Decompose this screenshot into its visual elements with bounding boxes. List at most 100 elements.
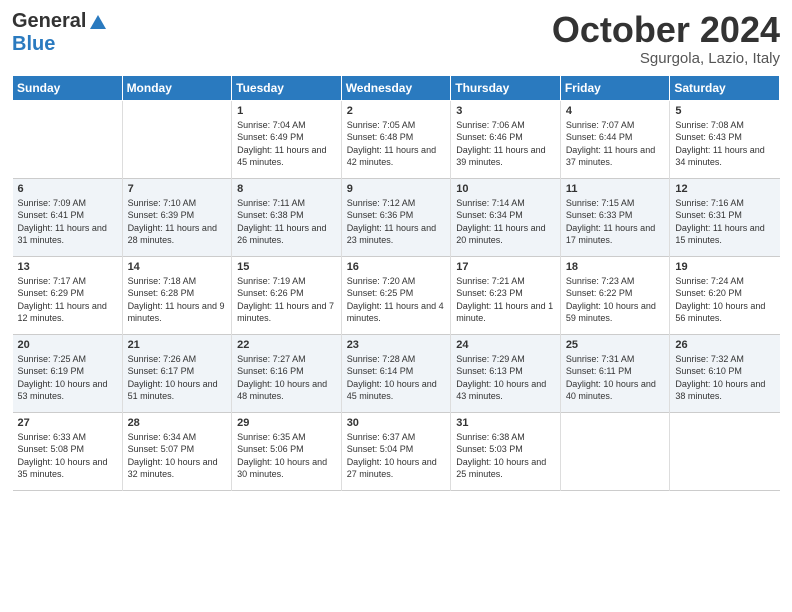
day-number: 20 [18, 339, 118, 351]
calendar-cell: 1 Sunrise: 7:04 AM Sunset: 6:49 PM Daylig… [232, 100, 342, 178]
header: General Blue October 2024 Sgurgola, Lazi… [12, 10, 780, 67]
day-info: Sunrise: 6:37 AM Sunset: 5:04 PM Dayligh… [347, 431, 447, 481]
day-number: 9 [347, 183, 447, 195]
col-wednesday: Wednesday [341, 75, 451, 100]
day-info: Sunrise: 7:05 AM Sunset: 6:48 PM Dayligh… [347, 119, 447, 169]
calendar-cell: 19Sunrise: 7:24 AM Sunset: 6:20 PM Dayli… [670, 256, 780, 334]
calendar-cell: 20 Sunrise: 7:25 AM Sunset: 6:19 PM Dayli… [13, 334, 123, 412]
calendar-cell: 22 Sunrise: 7:27 AM Sunset: 6:16 PM Dayli… [232, 334, 342, 412]
col-sunday: Sunday [13, 75, 123, 100]
day-number: 11 [566, 183, 666, 195]
day-number: 1 [237, 105, 337, 117]
calendar-week-row: 20 Sunrise: 7:25 AM Sunset: 6:19 PM Dayli… [13, 334, 780, 412]
calendar-cell: 16 Sunrise: 7:20 AM Sunset: 6:25 PM Dayli… [341, 256, 451, 334]
day-info: Sunrise: 6:33 AM Sunset: 5:08 PM Dayligh… [18, 431, 118, 481]
day-number: 22 [237, 339, 337, 351]
day-info: Sunrise: 7:15 AM Sunset: 6:33 PM Dayligh… [566, 197, 666, 247]
day-number: 13 [18, 261, 118, 273]
day-info: Sunrise: 7:06 AM Sunset: 6:46 PM Dayligh… [456, 119, 556, 169]
day-info: Sunrise: 7:25 AM Sunset: 6:19 PM Dayligh… [18, 353, 118, 403]
calendar-table: Sunday Monday Tuesday Wednesday Thursday… [12, 75, 780, 491]
calendar-cell: 11 Sunrise: 7:15 AM Sunset: 6:33 PM Dayli… [560, 178, 670, 256]
day-number: 28 [128, 417, 228, 429]
calendar-cell: 2 Sunrise: 7:05 AM Sunset: 6:48 PM Daylig… [341, 100, 451, 178]
logo: General Blue [12, 10, 108, 56]
calendar-cell: 6 Sunrise: 7:09 AM Sunset: 6:41 PM Daylig… [13, 178, 123, 256]
day-info: Sunrise: 7:28 AM Sunset: 6:14 PM Dayligh… [347, 353, 447, 403]
day-number: 24 [456, 339, 556, 351]
logo-triangle-icon [88, 13, 108, 31]
day-info: Sunrise: 7:10 AM Sunset: 6:39 PM Dayligh… [128, 197, 228, 247]
logo-blue: Blue [12, 33, 55, 55]
day-info: Sunrise: 7:04 AM Sunset: 6:49 PM Dayligh… [237, 119, 337, 169]
calendar-cell: 3Sunrise: 7:06 AM Sunset: 6:46 PM Daylig… [451, 100, 561, 178]
calendar-cell [122, 100, 232, 178]
day-info: Sunrise: 6:35 AM Sunset: 5:06 PM Dayligh… [237, 431, 337, 481]
calendar-week-row: 6 Sunrise: 7:09 AM Sunset: 6:41 PM Daylig… [13, 178, 780, 256]
calendar-cell: 5Sunrise: 7:08 AM Sunset: 6:43 PM Daylig… [670, 100, 780, 178]
month-title: October 2024 [552, 10, 780, 50]
calendar-cell: 12Sunrise: 7:16 AM Sunset: 6:31 PM Dayli… [670, 178, 780, 256]
day-info: Sunrise: 7:31 AM Sunset: 6:11 PM Dayligh… [566, 353, 666, 403]
calendar-cell [560, 412, 670, 490]
location: Sgurgola, Lazio, Italy [552, 50, 780, 67]
day-number: 30 [347, 417, 447, 429]
day-info: Sunrise: 7:17 AM Sunset: 6:29 PM Dayligh… [18, 275, 118, 325]
day-number: 7 [128, 183, 228, 195]
calendar-cell: 18Sunrise: 7:23 AM Sunset: 6:22 PM Dayli… [560, 256, 670, 334]
day-info: Sunrise: 7:11 AM Sunset: 6:38 PM Dayligh… [237, 197, 337, 247]
day-info: Sunrise: 7:16 AM Sunset: 6:31 PM Dayligh… [675, 197, 775, 247]
day-info: Sunrise: 6:38 AM Sunset: 5:03 PM Dayligh… [456, 431, 556, 481]
day-number: 23 [347, 339, 447, 351]
col-thursday: Thursday [451, 75, 561, 100]
day-info: Sunrise: 6:34 AM Sunset: 5:07 PM Dayligh… [128, 431, 228, 481]
header-row: Sunday Monday Tuesday Wednesday Thursday… [13, 75, 780, 100]
col-monday: Monday [122, 75, 232, 100]
calendar-cell: 29 Sunrise: 6:35 AM Sunset: 5:06 PM Dayli… [232, 412, 342, 490]
calendar-cell: 31 Sunrise: 6:38 AM Sunset: 5:03 PM Dayli… [451, 412, 561, 490]
day-number: 15 [237, 261, 337, 273]
day-number: 31 [456, 417, 556, 429]
day-info: Sunrise: 7:29 AM Sunset: 6:13 PM Dayligh… [456, 353, 556, 403]
col-tuesday: Tuesday [232, 75, 342, 100]
calendar-week-row: 1 Sunrise: 7:04 AM Sunset: 6:49 PM Daylig… [13, 100, 780, 178]
day-info: Sunrise: 7:32 AM Sunset: 6:10 PM Dayligh… [675, 353, 775, 403]
day-number: 18 [566, 261, 666, 273]
day-number: 17 [456, 261, 556, 273]
title-block: October 2024 Sgurgola, Lazio, Italy [552, 10, 780, 67]
day-number: 26 [675, 339, 775, 351]
calendar-cell: 24 Sunrise: 7:29 AM Sunset: 6:13 PM Dayli… [451, 334, 561, 412]
day-number: 4 [566, 105, 666, 117]
calendar-cell: 28 Sunrise: 6:34 AM Sunset: 5:07 PM Dayli… [122, 412, 232, 490]
calendar-cell: 4Sunrise: 7:07 AM Sunset: 6:44 PM Daylig… [560, 100, 670, 178]
day-number: 29 [237, 417, 337, 429]
day-number: 2 [347, 105, 447, 117]
calendar-week-row: 13 Sunrise: 7:17 AM Sunset: 6:29 PM Dayli… [13, 256, 780, 334]
day-info: Sunrise: 7:27 AM Sunset: 6:16 PM Dayligh… [237, 353, 337, 403]
day-info: Sunrise: 7:18 AM Sunset: 6:28 PM Dayligh… [128, 275, 228, 325]
calendar-cell: 7 Sunrise: 7:10 AM Sunset: 6:39 PM Daylig… [122, 178, 232, 256]
calendar-cell: 27Sunrise: 6:33 AM Sunset: 5:08 PM Dayli… [13, 412, 123, 490]
calendar-cell: 21Sunrise: 7:26 AM Sunset: 6:17 PM Dayli… [122, 334, 232, 412]
day-number: 16 [347, 261, 447, 273]
day-info: Sunrise: 7:09 AM Sunset: 6:41 PM Dayligh… [18, 197, 118, 247]
day-number: 10 [456, 183, 556, 195]
day-number: 25 [566, 339, 666, 351]
calendar-cell [670, 412, 780, 490]
day-number: 19 [675, 261, 775, 273]
calendar-cell: 26 Sunrise: 7:32 AM Sunset: 6:10 PM Dayli… [670, 334, 780, 412]
day-number: 6 [18, 183, 118, 195]
day-info: Sunrise: 7:19 AM Sunset: 6:26 PM Dayligh… [237, 275, 337, 325]
calendar-cell: 10Sunrise: 7:14 AM Sunset: 6:34 PM Dayli… [451, 178, 561, 256]
calendar-cell: 8Sunrise: 7:11 AM Sunset: 6:38 PM Daylig… [232, 178, 342, 256]
page-container: General Blue October 2024 Sgurgola, Lazi… [0, 0, 792, 499]
day-number: 14 [128, 261, 228, 273]
day-info: Sunrise: 7:12 AM Sunset: 6:36 PM Dayligh… [347, 197, 447, 247]
col-saturday: Saturday [670, 75, 780, 100]
logo-general: General [12, 10, 86, 33]
calendar-cell: 14 Sunrise: 7:18 AM Sunset: 6:28 PM Dayli… [122, 256, 232, 334]
day-number: 21 [128, 339, 228, 351]
day-info: Sunrise: 7:20 AM Sunset: 6:25 PM Dayligh… [347, 275, 447, 325]
calendar-body: 1 Sunrise: 7:04 AM Sunset: 6:49 PM Daylig… [13, 100, 780, 490]
calendar-cell: 30 Sunrise: 6:37 AM Sunset: 5:04 PM Dayli… [341, 412, 451, 490]
